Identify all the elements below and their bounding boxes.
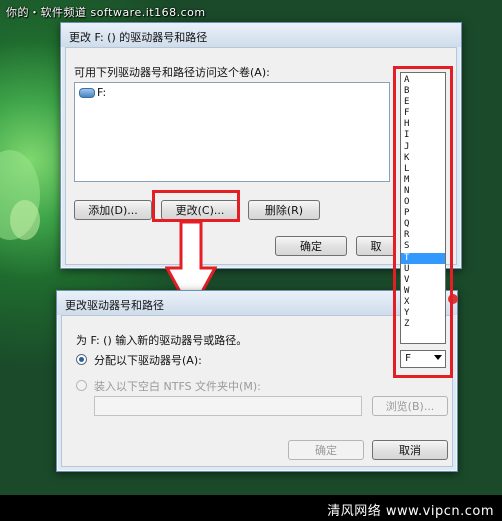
folder-path-input[interactable] [94, 396, 362, 416]
watermark-bar: 清风网络 www.vipcn.com [0, 495, 502, 521]
add-button[interactable]: 添加(D)... [74, 200, 152, 220]
list-item[interactable]: F: [79, 86, 106, 99]
cancel-button[interactable]: 取 [356, 236, 396, 256]
dialog-title: 更改 F: () 的驱动器号和路径 [69, 31, 208, 44]
delete-button[interactable]: 删除(R) [248, 200, 320, 220]
dialog-title: 更改驱动器号和路径 [65, 299, 164, 312]
drive-icon [79, 88, 95, 98]
dropdown-highlight [393, 66, 453, 378]
ok-button[interactable]: 确定 [275, 236, 347, 256]
volume-list-prompt: 可用下列驱动器号和路径访问这个卷(A): [74, 66, 270, 79]
assign-letter-label: 分配以下驱动器号(A): [94, 354, 202, 367]
dialog-titlebar: 更改 F: () 的驱动器号和路径 [61, 23, 461, 47]
drive-path-list[interactable]: F: [74, 82, 390, 182]
assign-letter-radio[interactable] [76, 354, 87, 365]
list-item-label: F: [97, 86, 107, 99]
watermark-top: 你的・软件频道 software.it168.com [6, 6, 206, 19]
background-leaf [10, 200, 40, 240]
browse-button[interactable]: 浏览(B)... [372, 396, 448, 416]
ok-button[interactable]: 确定 [288, 440, 364, 460]
mount-folder-label: 装入以下空白 NTFS 文件夹中(M): [94, 380, 261, 393]
instruction-text: 为 F: () 输入新的驱动器号或路径。 [76, 334, 248, 347]
watermark-bottom: 清风网络 www.vipcn.com [327, 504, 494, 519]
mount-folder-radio[interactable] [76, 380, 87, 391]
change-button-highlight [152, 190, 240, 222]
cancel-button[interactable]: 取消 [372, 440, 448, 460]
